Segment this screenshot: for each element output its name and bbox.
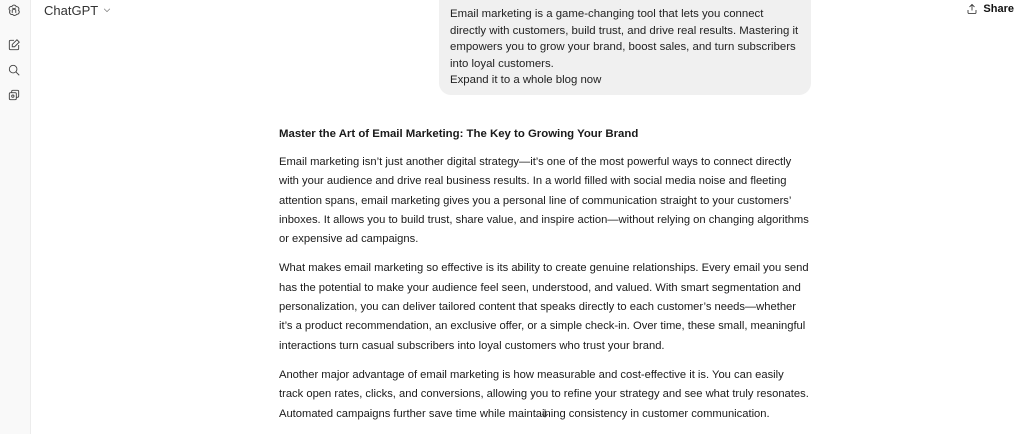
chevron-down-icon	[104, 8, 111, 13]
blog-title: Master the Art of Email Marketing: The K…	[279, 128, 639, 140]
arrow-down-icon	[541, 409, 549, 418]
user-message-text: Email marketing is a game-changing tool …	[450, 8, 799, 87]
blog-paragraph-1: Email marketing isn’t just another digit…	[279, 156, 809, 246]
chat-app: ChatGPT Share Email marketing is a game-…	[0, 0, 1024, 434]
sidebar-rail	[0, 0, 31, 434]
user-message-bubble: Email marketing is a game-changing tool …	[439, 0, 811, 95]
model-name: ChatGPT	[44, 2, 99, 18]
search-icon[interactable]	[6, 62, 22, 78]
share-icon	[968, 3, 977, 14]
openai-logo-icon[interactable]	[6, 2, 22, 18]
assistant-message: Master the Art of Email Marketing: The K…	[279, 126, 809, 434]
share-label: Share	[983, 3, 1014, 15]
blog-paragraph-2: What makes email marketing so effective …	[279, 262, 809, 352]
scroll-to-bottom-button[interactable]	[537, 405, 553, 421]
share-button[interactable]: Share	[966, 1, 1014, 17]
library-icon[interactable]	[6, 87, 22, 103]
new-chat-icon[interactable]	[6, 37, 22, 53]
model-switcher[interactable]: ChatGPT	[44, 2, 112, 18]
